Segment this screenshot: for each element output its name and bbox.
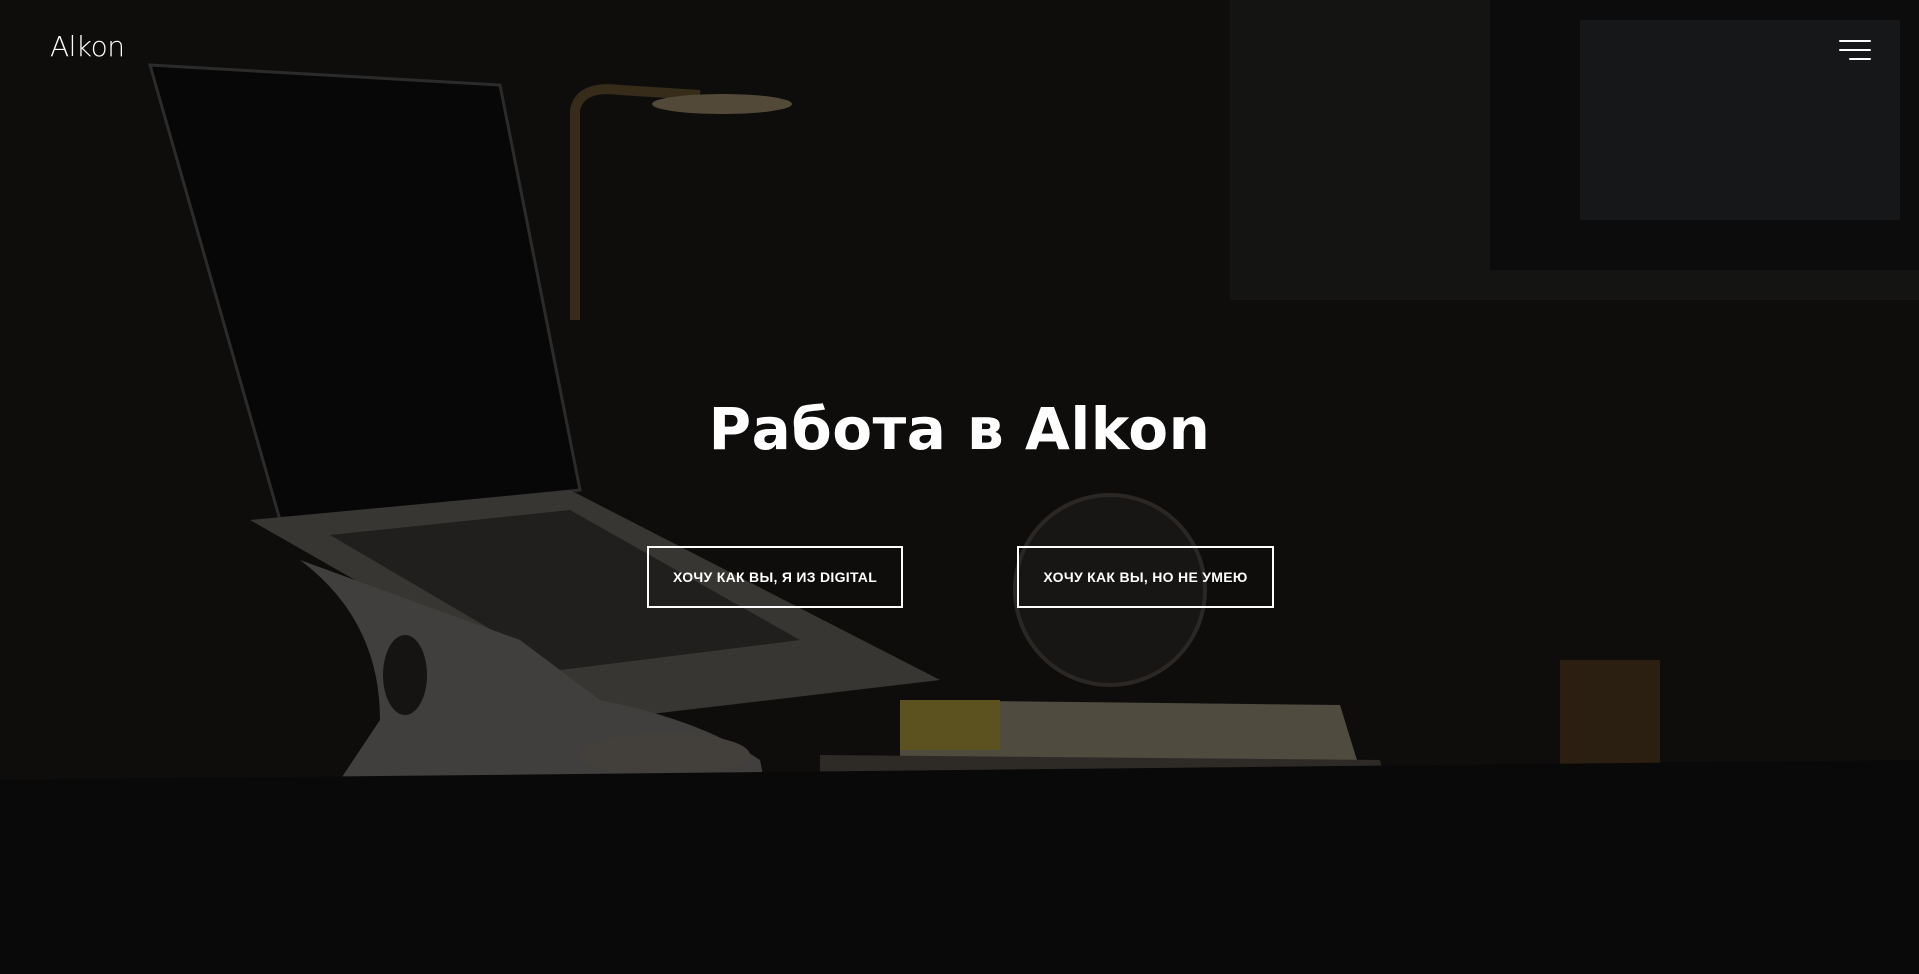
dark-overlay [0,0,1919,974]
logo[interactable]: Alkon [50,30,125,63]
hamburger-menu-icon[interactable] [1839,38,1871,62]
page-title: Работа в Alkon [708,395,1211,463]
digital-experience-button[interactable]: ХОЧУ КАК ВЫ, Я ИЗ DIGITAL [647,546,903,608]
menu-line [1839,40,1871,42]
hero-section: Alkon Работа в Alkon ХОЧУ КАК ВЫ, Я ИЗ D… [0,0,1919,974]
beginner-button[interactable]: ХОЧУ КАК ВЫ, НО НЕ УМЕЮ [1017,546,1274,608]
menu-line [1849,58,1871,60]
menu-line [1839,49,1871,51]
